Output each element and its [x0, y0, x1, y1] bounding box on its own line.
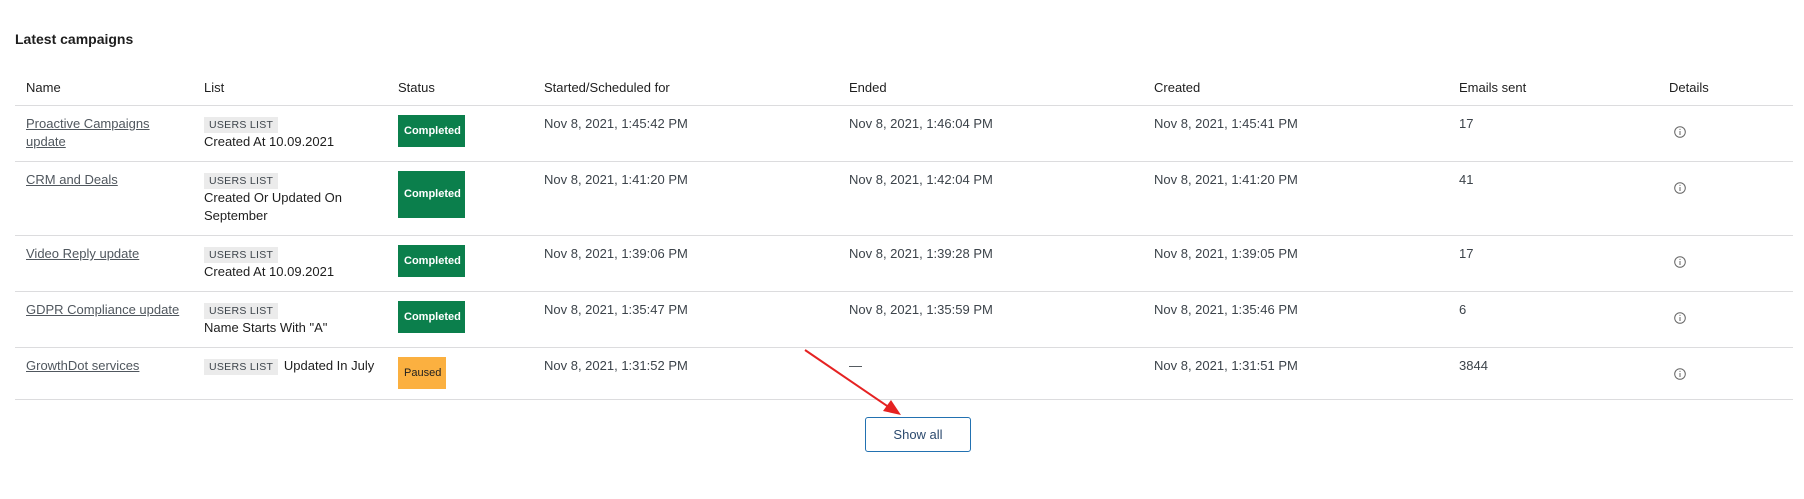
info-circle-icon[interactable] — [1674, 126, 1686, 138]
table-row: Video Reply update USERS LIST Created At… — [15, 235, 1793, 292]
column-header-status: Status — [387, 70, 533, 106]
list-description: Created At 10.09.2021 — [204, 264, 335, 279]
campaign-name-link[interactable]: Proactive Campaigns update — [26, 115, 166, 151]
show-all-button[interactable]: Show all — [865, 417, 971, 452]
campaign-name-link[interactable]: GrowthDot services — [26, 357, 139, 375]
status-badge: Completed — [398, 245, 465, 277]
cell-name: GrowthDot services — [15, 347, 193, 400]
cell-created: Nov 8, 2021, 1:41:20 PM — [1143, 161, 1448, 236]
list-description: Updated In July — [283, 358, 375, 373]
cell-emails-sent: 41 — [1448, 161, 1658, 236]
cell-details — [1658, 347, 1793, 400]
cell-details — [1658, 235, 1793, 292]
cell-status: Paused — [387, 347, 533, 400]
table-row: GDPR Compliance update USERS LIST Name S… — [15, 291, 1793, 348]
status-badge: Completed — [398, 115, 465, 147]
cell-started: Nov 8, 2021, 1:39:06 PM — [533, 235, 838, 292]
status-badge: Paused — [398, 357, 446, 389]
cell-status: Completed — [387, 291, 533, 348]
cell-name: CRM and Deals — [15, 161, 193, 236]
column-header-ended: Ended — [838, 70, 1143, 106]
cell-created: Nov 8, 2021, 1:45:41 PM — [1143, 105, 1448, 162]
cell-list: USERS LIST Created At 10.09.2021 — [193, 105, 387, 162]
info-circle-icon[interactable] — [1674, 256, 1686, 268]
info-circle-icon[interactable] — [1674, 368, 1686, 380]
list-tag: USERS LIST — [204, 303, 279, 319]
cell-status: Completed — [387, 235, 533, 292]
section-title: Latest campaigns — [15, 31, 134, 47]
campaign-name-link[interactable]: GDPR Compliance update — [26, 301, 179, 319]
column-header-emails-sent: Emails sent — [1448, 70, 1658, 106]
cell-created: Nov 8, 2021, 1:35:46 PM — [1143, 291, 1448, 348]
table-row: CRM and Deals USERS LIST Created Or Upda… — [15, 161, 1793, 236]
cell-details — [1658, 161, 1793, 236]
list-tag: USERS LIST — [204, 173, 279, 189]
cell-list: USERS LIST Updated In July — [193, 347, 387, 400]
cell-created: Nov 8, 2021, 1:39:05 PM — [1143, 235, 1448, 292]
cell-ended: Nov 8, 2021, 1:39:28 PM — [838, 235, 1143, 292]
campaign-name-link[interactable]: CRM and Deals — [26, 171, 118, 189]
cell-name: Video Reply update — [15, 235, 193, 292]
column-header-started: Started/Scheduled for — [533, 70, 838, 106]
cell-details — [1658, 291, 1793, 348]
list-tag: USERS LIST — [204, 359, 279, 375]
column-header-details: Details — [1658, 70, 1793, 106]
list-description: Created At 10.09.2021 — [204, 134, 335, 149]
status-badge: Completed — [398, 301, 465, 333]
cell-details — [1658, 105, 1793, 162]
column-header-created: Created — [1143, 70, 1448, 106]
cell-ended: Nov 8, 2021, 1:42:04 PM — [838, 161, 1143, 236]
cell-emails-sent: 17 — [1448, 235, 1658, 292]
status-badge: Completed — [398, 171, 465, 218]
info-circle-icon[interactable] — [1674, 312, 1686, 324]
info-circle-icon[interactable] — [1674, 182, 1686, 194]
cell-started: Nov 8, 2021, 1:31:52 PM — [533, 347, 838, 400]
table-header-row: Name List Status Started/Scheduled for E… — [15, 70, 1793, 106]
table-row: Proactive Campaigns update USERS LIST Cr… — [15, 105, 1793, 162]
cell-created: Nov 8, 2021, 1:31:51 PM — [1143, 347, 1448, 400]
cell-list: USERS LIST Created At 10.09.2021 — [193, 235, 387, 292]
cell-emails-sent: 6 — [1448, 291, 1658, 348]
column-header-name: Name — [15, 70, 193, 106]
cell-started: Nov 8, 2021, 1:45:42 PM — [533, 105, 838, 162]
cell-ended: Nov 8, 2021, 1:46:04 PM — [838, 105, 1143, 162]
list-tag: USERS LIST — [204, 117, 279, 133]
cell-ended: Nov 8, 2021, 1:35:59 PM — [838, 291, 1143, 348]
cell-started: Nov 8, 2021, 1:41:20 PM — [533, 161, 838, 236]
cell-list: USERS LIST Created Or Updated On Septemb… — [193, 161, 387, 236]
cell-emails-sent: 3844 — [1448, 347, 1658, 400]
cell-name: GDPR Compliance update — [15, 291, 193, 348]
cell-status: Completed — [387, 161, 533, 236]
column-header-list: List — [193, 70, 387, 106]
cell-emails-sent: 17 — [1448, 105, 1658, 162]
list-description: Name Starts With "A" — [204, 320, 328, 335]
red-arrow-icon — [804, 349, 901, 415]
cell-list: USERS LIST Name Starts With "A" — [193, 291, 387, 348]
cell-started: Nov 8, 2021, 1:35:47 PM — [533, 291, 838, 348]
cell-name: Proactive Campaigns update — [15, 105, 193, 162]
list-description: Created Or Updated On September — [204, 190, 343, 223]
campaign-name-link[interactable]: Video Reply update — [26, 245, 139, 263]
cell-status: Completed — [387, 105, 533, 162]
list-tag: USERS LIST — [204, 247, 279, 263]
